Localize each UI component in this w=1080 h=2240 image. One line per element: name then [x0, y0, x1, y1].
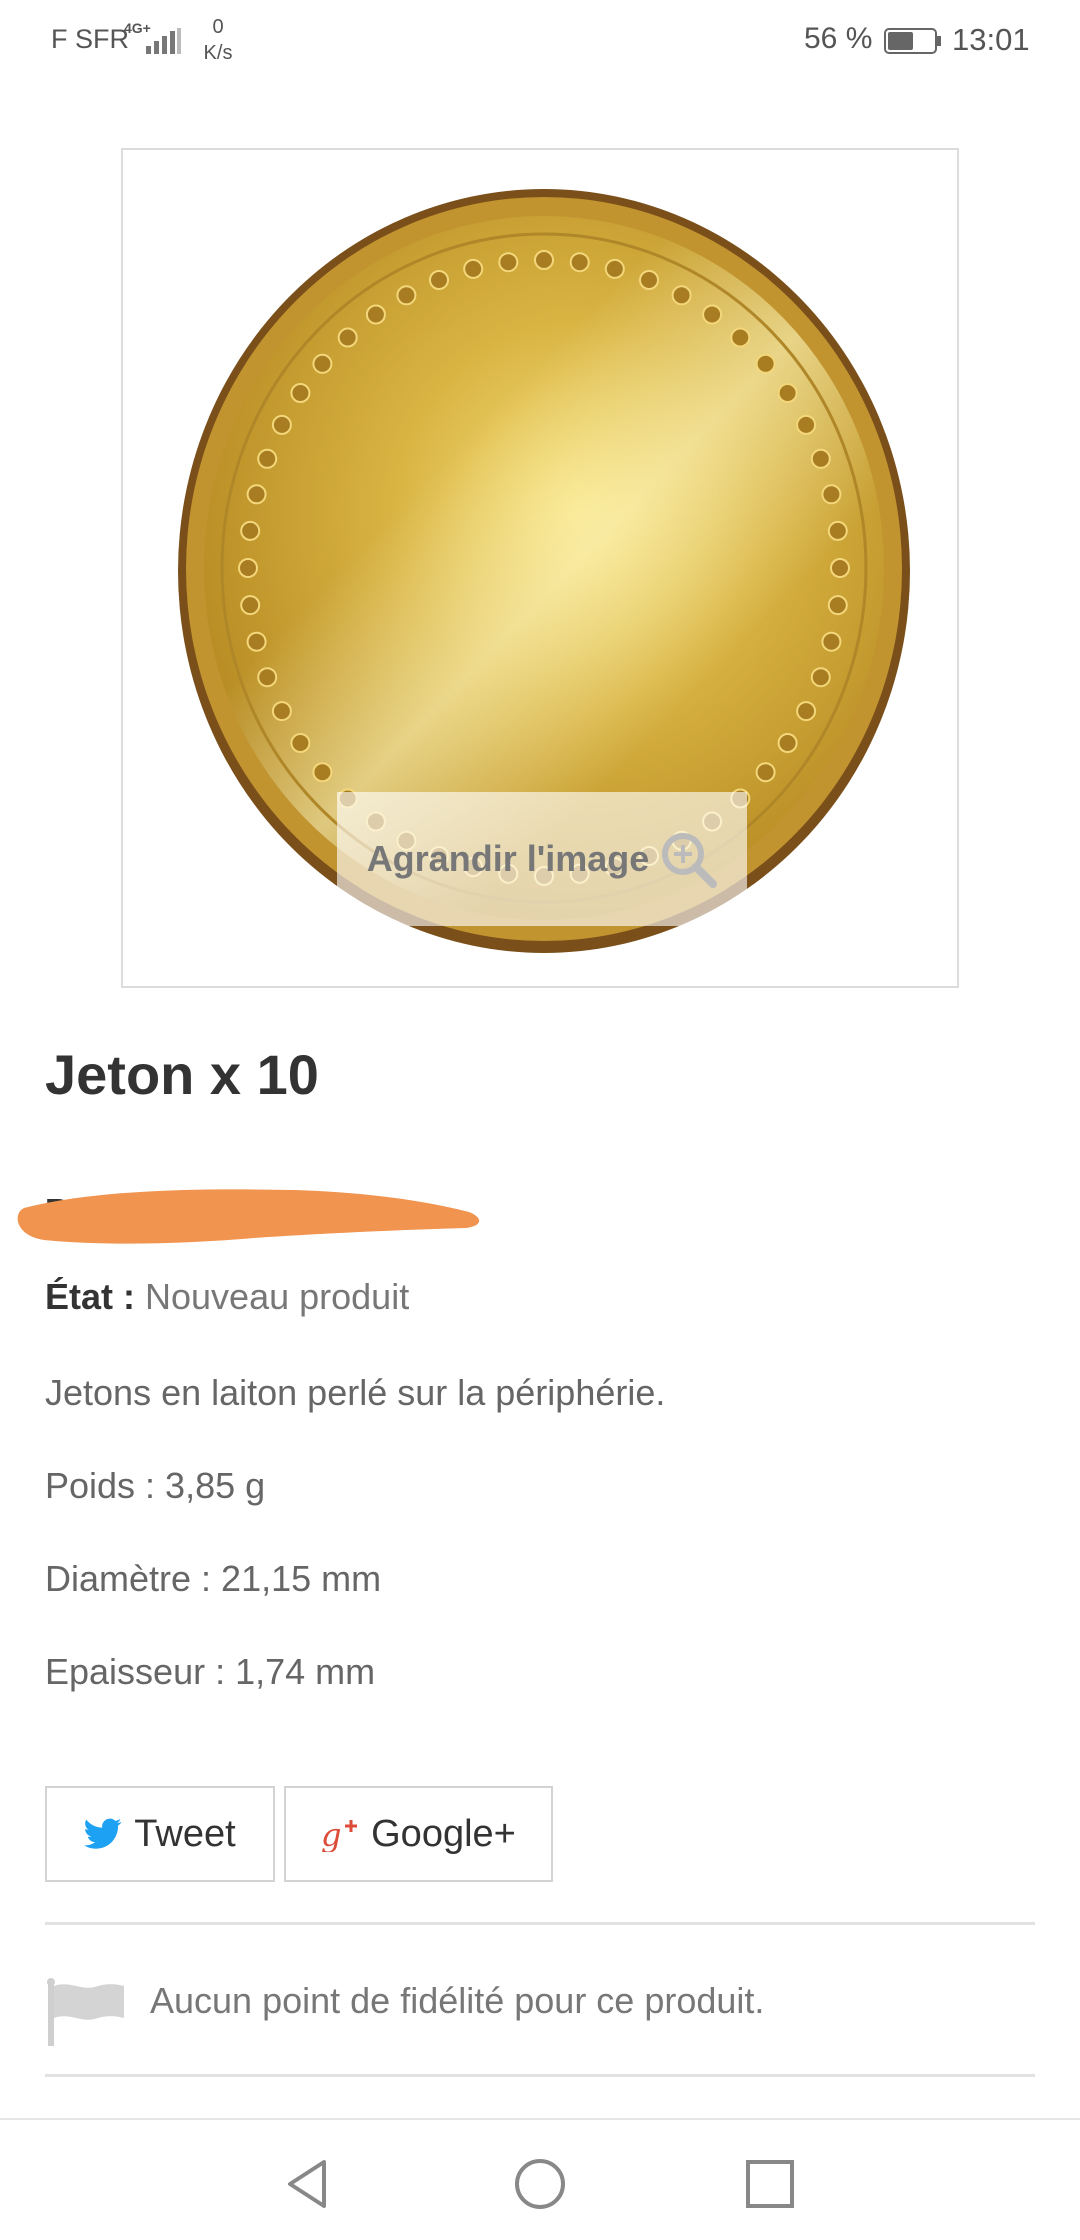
recent-apps-icon[interactable]	[742, 2156, 798, 2212]
coin-bead	[830, 558, 850, 578]
thickness-line: Epaisseur : 1,74 mm	[45, 1651, 376, 1692]
coin-bead	[246, 631, 267, 652]
condition-label: État :	[45, 1276, 135, 1317]
coin-bead	[337, 327, 358, 348]
coin-bead	[777, 383, 798, 403]
twitter-bird-icon	[84, 1818, 122, 1849]
svg-text:g: g	[321, 1816, 341, 1852]
coin-bead	[290, 733, 311, 753]
coin-bead	[290, 383, 311, 403]
coin-bead	[240, 520, 261, 541]
coin-bead	[238, 558, 258, 578]
coin-bead	[639, 270, 659, 290]
coin-bead	[312, 762, 333, 783]
back-icon[interactable]	[280, 2156, 336, 2212]
network-indicator: 4G+	[124, 20, 182, 56]
coin-bead	[796, 701, 817, 722]
coin-bead	[821, 631, 842, 652]
coin-bead	[755, 762, 776, 783]
tweet-label: Tweet	[134, 1812, 236, 1855]
product-condition: État : Nouveau produit	[45, 1276, 409, 1318]
coin-bead	[827, 520, 848, 541]
diameter-line: Diamètre : 21,15 mm	[45, 1558, 382, 1599]
carrier-label: F SFR	[51, 24, 129, 54]
zoom-image-label: Agrandir l'image	[366, 838, 650, 879]
status-bar: F SFR 4G+ 0 K/s 56 % 13:01	[0, 0, 1080, 84]
coin-bead	[271, 414, 292, 435]
coin-bead	[810, 667, 831, 688]
description-line: Jetons en laiton perlé sur la périphérie…	[45, 1372, 666, 1413]
redaction-mark	[17, 1189, 480, 1244]
coin-bead	[796, 414, 817, 435]
clock: 13:01	[952, 22, 1030, 57]
magnifier-icon	[662, 833, 718, 888]
coin-bead	[810, 448, 831, 469]
product-image[interactable]: Agrandir l'image	[121, 148, 959, 988]
network-speed: 0 K/s	[198, 14, 238, 66]
loyalty-text: Aucun point de fidélité pour ce produit.	[150, 1980, 765, 2021]
network-speed-unit: K/s	[203, 42, 233, 64]
coin-bead	[569, 252, 590, 273]
battery-percent: 56 %	[804, 22, 873, 55]
coin-bead	[755, 353, 776, 374]
navigation-bar	[0, 2118, 1080, 2240]
coin-bead	[365, 304, 386, 325]
tweet-button[interactable]: Tweet	[45, 1786, 275, 1882]
coin-bead	[498, 252, 519, 273]
coin-bead	[702, 304, 723, 325]
coin-bead	[257, 667, 278, 688]
coin-bead	[246, 484, 267, 505]
coin-bead	[429, 270, 449, 290]
flag-icon	[47, 1978, 124, 2046]
coin-bead	[257, 448, 278, 469]
coin-bead	[240, 595, 261, 616]
coin-bead	[821, 484, 842, 505]
signal-icon	[146, 28, 181, 54]
home-icon[interactable]	[512, 2156, 568, 2212]
coin-bead	[312, 353, 333, 374]
google-plus-icon: g	[321, 1816, 358, 1852]
product-title: Jeton x 10	[45, 1043, 319, 1106]
coin-bead	[827, 595, 848, 616]
divider	[45, 1922, 1035, 1925]
coin-bead	[604, 258, 625, 279]
google-plus-label: Google+	[371, 1812, 516, 1855]
weight-line: Poids : 3,85 g	[45, 1465, 266, 1506]
coin-bead	[671, 285, 692, 306]
coin-bead	[463, 258, 484, 279]
condition-value: Nouveau produit	[145, 1276, 410, 1317]
zoom-image-button[interactable]: Agrandir l'image	[337, 792, 747, 926]
coin-bead	[534, 250, 554, 270]
coin-bead	[271, 701, 292, 722]
google-plus-button[interactable]: g Google+	[284, 1786, 553, 1882]
network-speed-value: 0	[212, 16, 224, 38]
divider	[45, 2074, 1035, 2077]
coin-bead	[730, 327, 751, 348]
coin-bead	[777, 733, 798, 753]
battery-icon	[884, 28, 941, 54]
coin-bead	[396, 285, 417, 306]
